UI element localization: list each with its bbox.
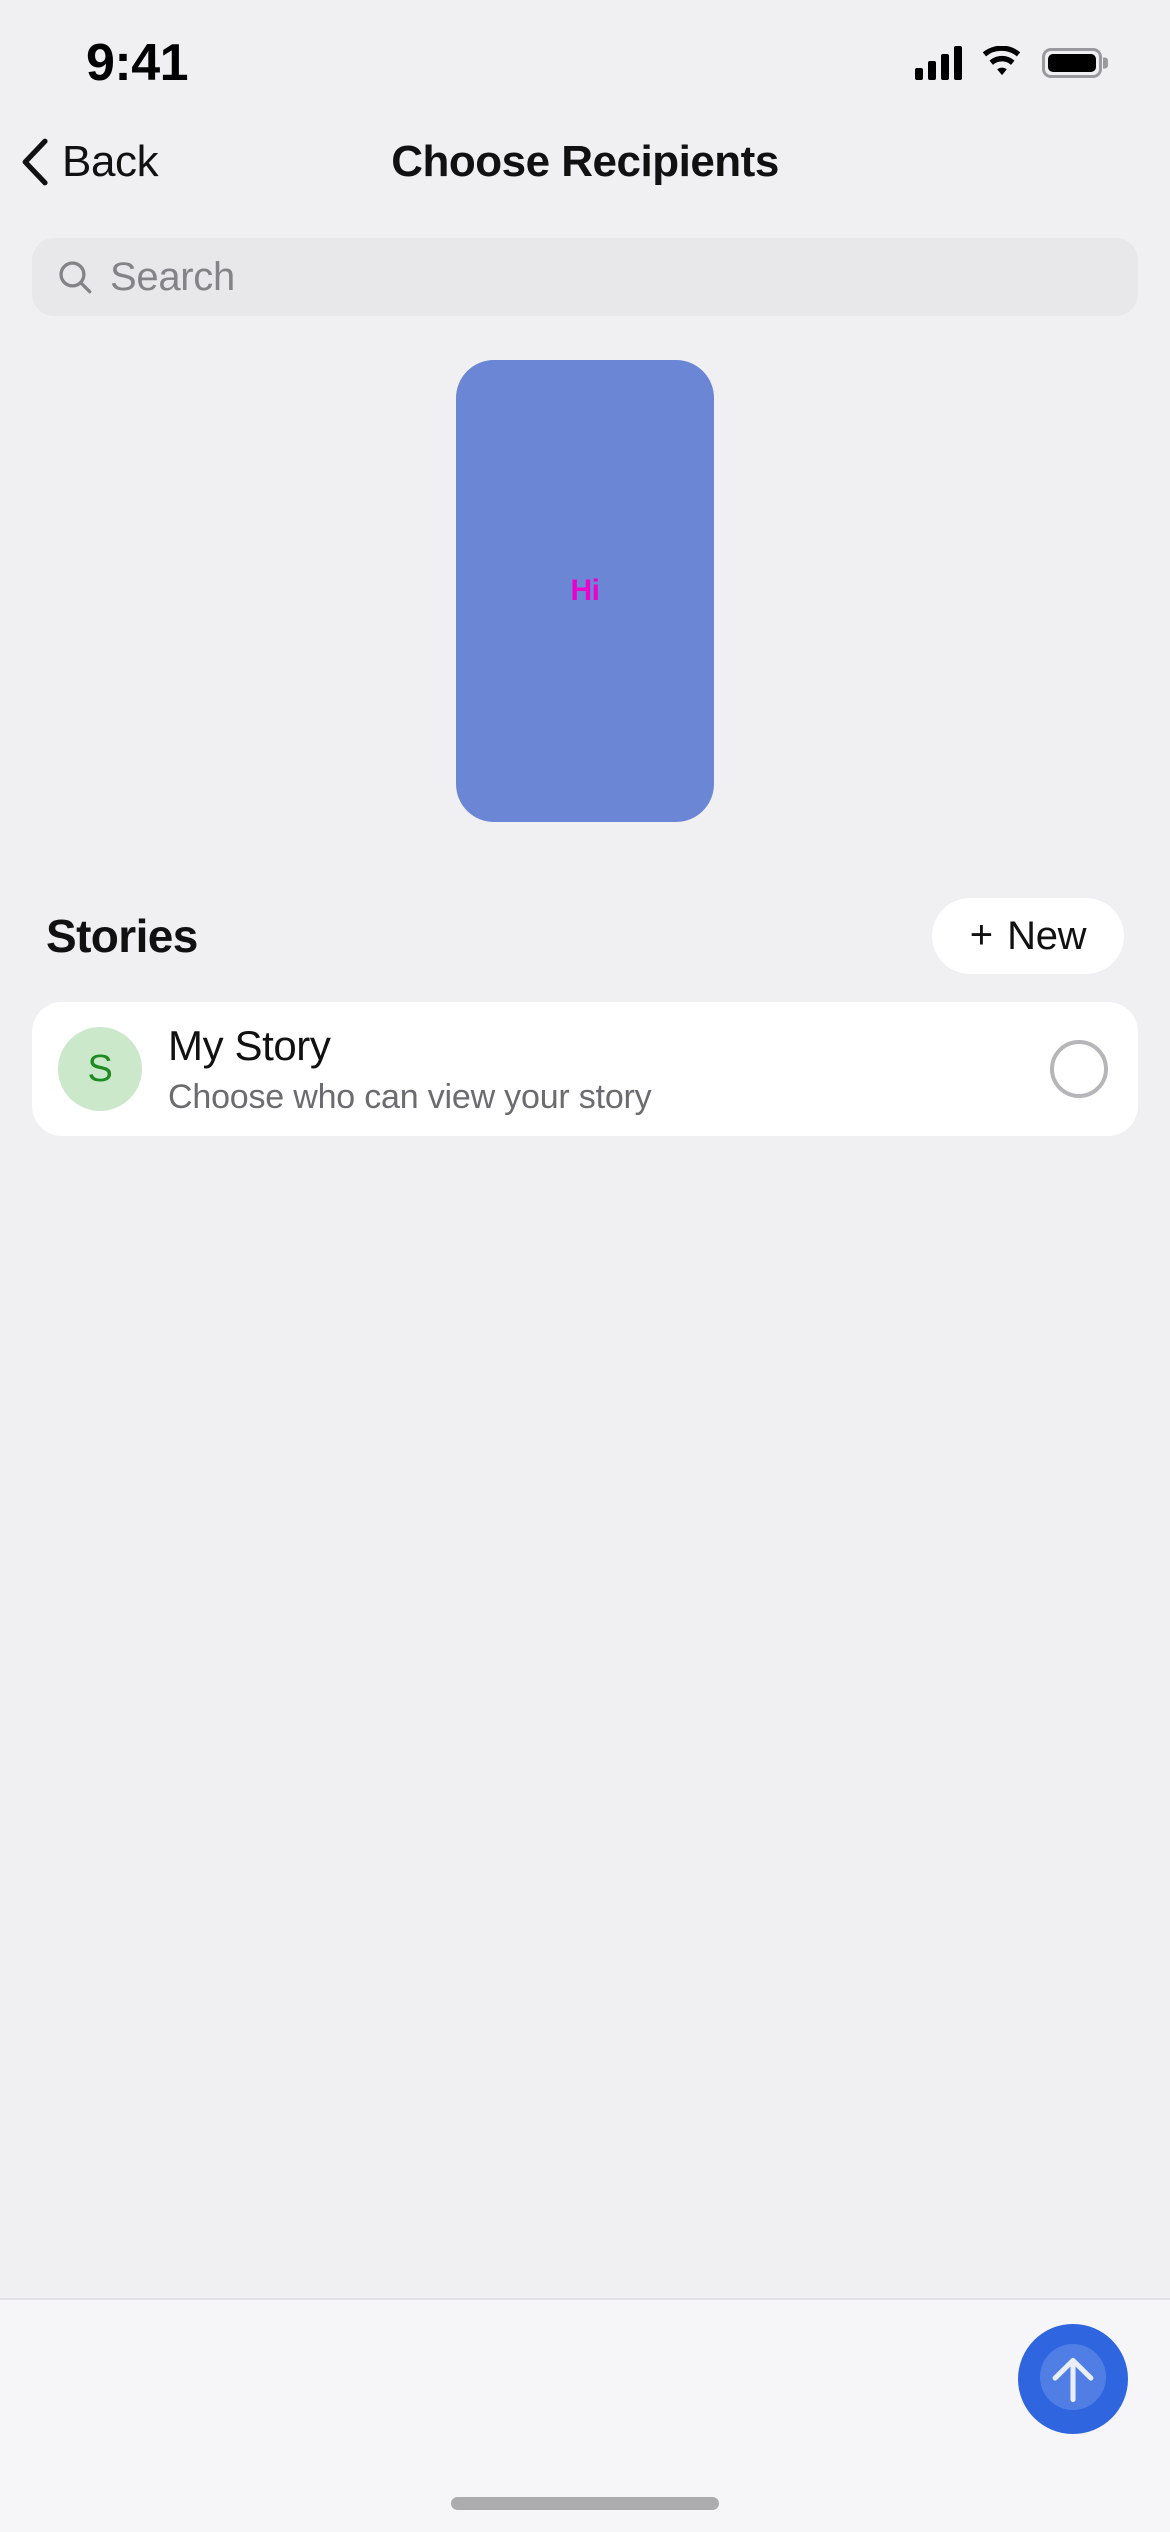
cellular-signal-icon [915,46,962,80]
battery-full-icon [1042,48,1102,78]
stories-heading: Stories [46,910,198,962]
list-item-texts: My Story Choose who can view your story [168,1021,1024,1117]
status-bar: 9:41 [0,0,1170,108]
status-bar-indicators [915,46,1102,80]
avatar: S [58,1027,142,1111]
plus-icon: + [969,912,994,957]
search-icon [56,258,94,296]
list-item-subtitle: Choose who can view your story [168,1077,652,1116]
navigation-bar: Back Choose Recipients [0,108,1170,216]
chevron-left-icon [20,138,52,186]
media-preview-section: Hi [0,316,1170,822]
send-button[interactable] [1018,2324,1128,2434]
list-item[interactable]: S My Story Choose who can view your stor… [32,1002,1138,1136]
stories-section-header: Stories + New [0,898,1170,974]
media-preview-card[interactable]: Hi [456,360,714,822]
new-story-button-label: New [1007,913,1087,958]
back-button-label: Back [62,137,159,186]
bottom-action-bar [0,2298,1170,2532]
home-indicator [451,2497,719,2510]
list-item-title: My Story [168,1022,331,1070]
search-section [0,216,1170,316]
arrow-up-icon [1044,2350,1102,2408]
media-preview-text: Hi [570,574,601,607]
selection-radio[interactable] [1050,1040,1108,1098]
back-button[interactable]: Back [0,137,159,187]
status-bar-time: 9:41 [86,34,189,92]
wifi-icon [980,46,1024,80]
battery-fill [1048,54,1096,72]
app-screen: 9:41 Back Choose Recipients Search Hi St… [0,0,1170,2532]
page-title: Choose Recipients [391,137,779,186]
new-story-button[interactable]: + New [932,898,1124,974]
search-input[interactable] [110,254,1114,300]
search-bar[interactable] [32,238,1138,316]
